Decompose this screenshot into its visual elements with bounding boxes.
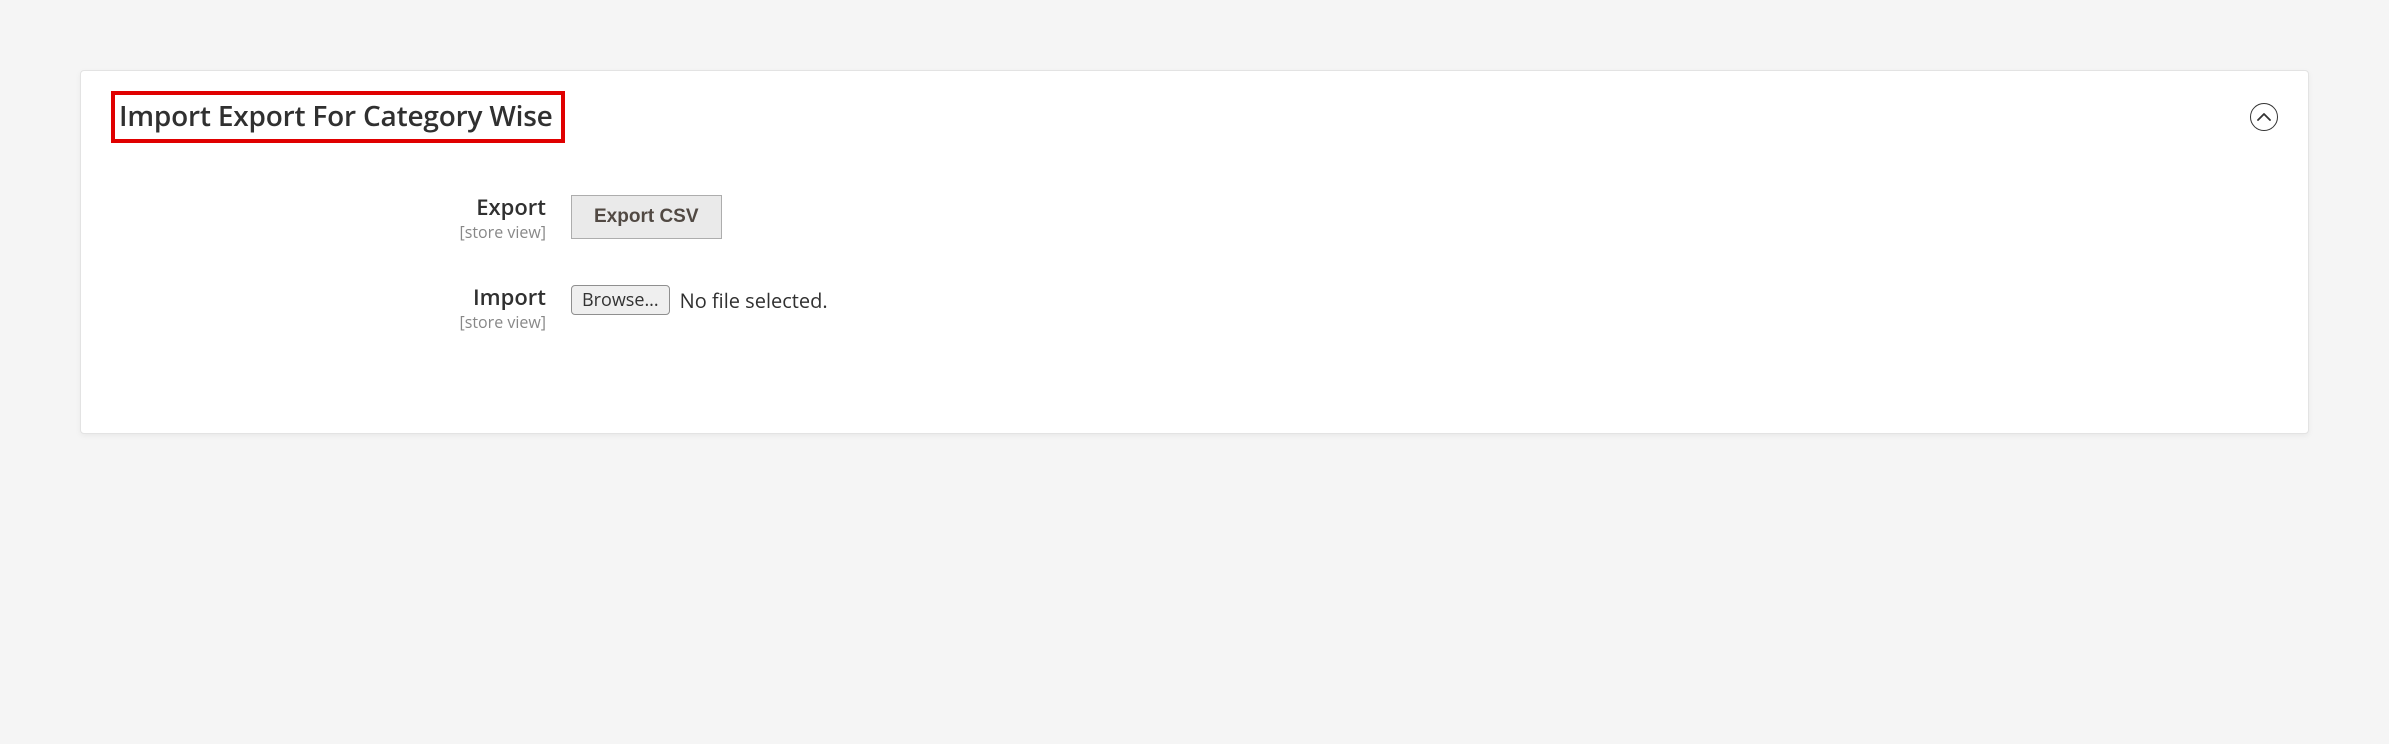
collapse-toggle[interactable] xyxy=(2250,103,2278,131)
panel-title: Import Export For Category Wise xyxy=(119,97,553,135)
import-scope: [store view] xyxy=(111,311,546,333)
import-field-row: Import [store view] Browse... No file se… xyxy=(111,283,2278,333)
export-csv-button[interactable]: Export CSV xyxy=(571,195,722,239)
export-scope: [store view] xyxy=(111,221,546,243)
chevron-up-icon xyxy=(2257,112,2271,122)
import-label-col: Import [store view] xyxy=(111,283,571,333)
export-field-row: Export [store view] Export CSV xyxy=(111,193,2278,243)
export-label-col: Export [store view] xyxy=(111,193,571,243)
config-panel: Import Export For Category Wise Export [… xyxy=(80,70,2309,434)
panel-title-highlight: Import Export For Category Wise xyxy=(111,91,565,143)
import-label: Import xyxy=(111,285,546,309)
file-status: No file selected. xyxy=(680,287,828,314)
browse-button[interactable]: Browse... xyxy=(571,285,670,315)
export-label: Export xyxy=(111,195,546,219)
export-value-col: Export CSV xyxy=(571,193,722,239)
import-value-col: Browse... No file selected. xyxy=(571,283,828,315)
panel-header: Import Export For Category Wise xyxy=(111,91,2278,143)
